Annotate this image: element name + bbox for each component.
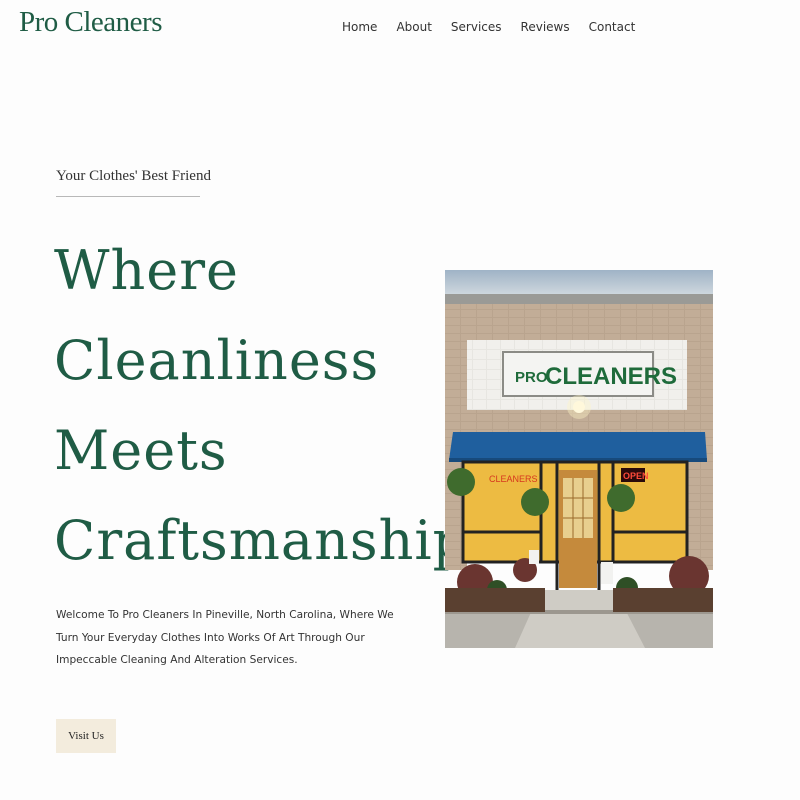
nav-link-about[interactable]: About (396, 20, 431, 34)
sign-text-large: CLEANERS (545, 363, 677, 390)
window-sign: CLEANERS (489, 474, 538, 484)
headline-line: Meets (54, 419, 228, 482)
main-nav: Home About Services Reviews Contact (342, 20, 654, 34)
nav-link-services[interactable]: Services (451, 20, 502, 34)
hero-eyebrow: Your Clothes' Best Friend (56, 168, 211, 184)
eyebrow-divider (56, 196, 200, 197)
visit-us-button[interactable]: Visit Us (56, 719, 116, 753)
headline-line: Craftsmanship (54, 509, 469, 572)
storefront-photo: PRO CLEANERS CLEANERS OPEN (445, 270, 713, 648)
nav-link-contact[interactable]: Contact (589, 20, 636, 34)
sign-text-small: PRO (515, 369, 548, 386)
open-sign: OPEN (623, 471, 649, 481)
headline-line: Where (54, 239, 240, 302)
nav-link-home[interactable]: Home (342, 20, 377, 34)
store-sign: PRO CLEANERS (502, 351, 677, 397)
site-logo[interactable]: Pro Cleaners (19, 6, 163, 39)
hero-intro-text: Welcome To Pro Cleaners In Pineville, No… (56, 609, 394, 666)
site-header: Pro Cleaners Home About Services Reviews… (0, 0, 800, 56)
headline-line: Cleanliness (54, 329, 380, 392)
nav-link-reviews[interactable]: Reviews (521, 20, 570, 34)
hero-headline: Where Cleanliness Meets Craftsmanship (54, 226, 469, 586)
